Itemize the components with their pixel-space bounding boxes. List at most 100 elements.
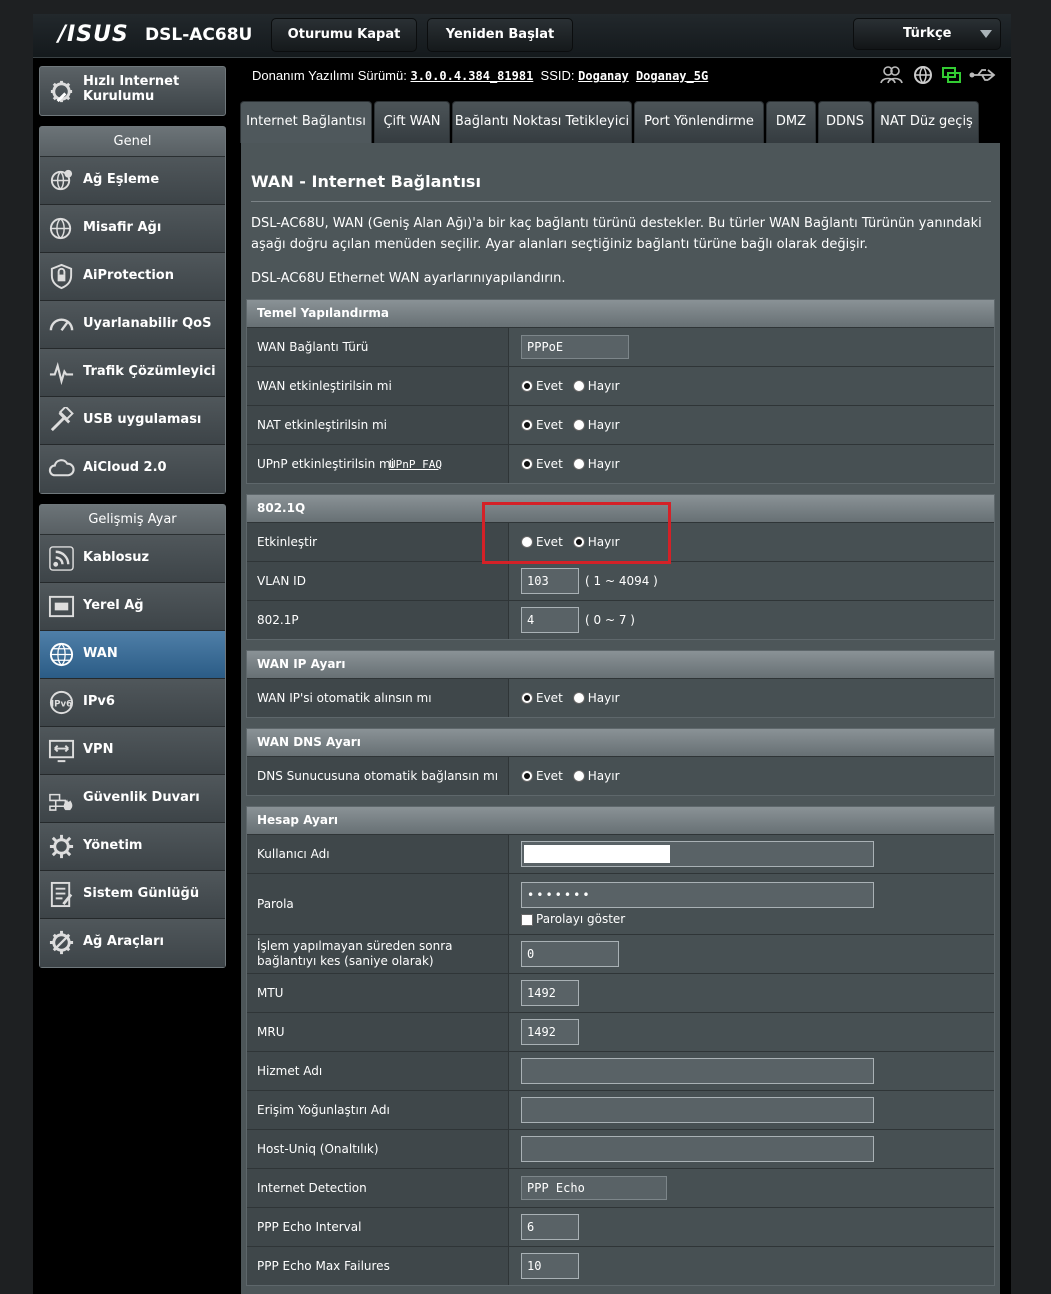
sidebar-item-advanced-1[interactable]: Yerel Ağ (40, 583, 225, 631)
auto-ip-no-radio[interactable] (572, 692, 585, 704)
mru-input[interactable]: 1492 (521, 1019, 579, 1045)
sidebar-item-general-5[interactable]: USB uygulaması (40, 397, 225, 445)
ssid-link-2[interactable]: Doganay_5G (636, 69, 708, 83)
wan-ip-heading: WAN IP Ayarı (247, 651, 994, 678)
ssid-label: SSID: (540, 68, 575, 83)
admin-gear-icon (49, 834, 74, 859)
enable-wan-no-radio[interactable] (572, 380, 585, 392)
internet-status-icon[interactable] (914, 66, 932, 84)
ac-name-input[interactable] (521, 1097, 874, 1123)
enable-nat-yes-label: Evet (536, 418, 563, 432)
tab-1[interactable]: Çift WAN (374, 101, 450, 143)
sidebar-item-advanced-5[interactable]: Güvenlik Duvarı (40, 775, 225, 823)
sidebar-item-label: USB uygulaması (83, 412, 202, 427)
clients-icon[interactable] (880, 66, 903, 84)
echo-interval-label: PPP Echo Interval (247, 1208, 509, 1246)
sidebar-item-general-4[interactable]: Trafik Çözümleyici (40, 349, 225, 397)
auto-dns-yes-radio[interactable] (521, 770, 533, 782)
username-redacted (524, 845, 670, 863)
sidebar-item-label: Trafik Çözümleyici (83, 364, 216, 379)
ssid-link-1[interactable]: Doganay (578, 69, 629, 83)
service-input[interactable] (521, 1058, 874, 1084)
general-heading: Genel (40, 127, 225, 157)
sidebar-item-general-1[interactable]: Misafir Ağı (40, 205, 225, 253)
tab-bar: Internet Bağlantısı Çift WAN Bağlantı Nokt… (240, 101, 1011, 143)
tab-3[interactable]: Port Yönlendirme (634, 101, 764, 143)
enable-upnp-no-radio[interactable] (572, 458, 585, 470)
system-log-icon (50, 881, 73, 908)
auto-ip-label: WAN IP'si otomatik alınsın mı (247, 679, 509, 717)
dot1p-row: 802.1P 4 ( 0 ~ 7 ) (247, 600, 994, 639)
sidebar-item-general-3[interactable]: Uyarlanabilir QoS (40, 301, 225, 349)
idle-input[interactable]: 0 (521, 941, 619, 967)
upnp-faq-link[interactable]: UPnP FAQ (389, 457, 442, 472)
tab-2[interactable]: Bağlantı Noktası Tetikleyici (452, 101, 632, 143)
auto-dns-no-label: Hayır (587, 769, 620, 783)
logout-button[interactable]: Oturumu Kapat (271, 18, 417, 52)
enable-upnp-row: UPnP etkinleştirilsin mi UPnP FAQ Evet Hay… (247, 444, 994, 483)
mtu-input[interactable]: 1492 (521, 980, 579, 1006)
basic-config-section: Temel Yapılandırma WAN Bağlantı Türü PPP… (246, 299, 995, 484)
host-uniq-label: Host-Uniq (Onaltılık) (247, 1130, 509, 1168)
sidebar-item-general-6[interactable]: AiCloud 2.0 (40, 445, 225, 493)
sidebar-item-advanced-4[interactable]: VPN (40, 727, 225, 775)
auto-dns-no-radio[interactable] (572, 770, 585, 782)
wan-panel: WAN - Internet Bağlantısı DSL-AC68U, WAN… (241, 143, 1000, 1294)
auto-ip-yes-radio[interactable] (521, 692, 533, 704)
sidebar-item-advanced-7[interactable]: Sistem Günlüğü (40, 871, 225, 919)
firmware-version-link[interactable]: 3.0.0.4.384_81981 (410, 69, 533, 83)
sidebar-item-label: Ağ Eşleme (83, 172, 160, 187)
internet-detection-row: Internet Detection PPP Echo (247, 1168, 994, 1207)
enable-upnp-label: UPnP etkinleştirilsin mi UPnP FAQ (247, 445, 509, 483)
tab-4[interactable]: DMZ (766, 101, 816, 143)
enable-nat-yes-radio[interactable] (521, 419, 533, 431)
tab-6[interactable]: NAT Düz geçiş (874, 101, 979, 143)
network-map-icon (50, 169, 73, 191)
echo-failures-input[interactable]: 10 (521, 1253, 579, 1279)
vpn-icon (48, 739, 75, 763)
usb-icon[interactable] (969, 69, 996, 81)
sidebar-general: Genel Ağ Eşleme Misafir Ağı AiProtection Uy… (39, 126, 226, 494)
sidebar-item-label: Güvenlik Duvarı (83, 790, 200, 805)
mru-row: MRU 1492 (247, 1012, 994, 1051)
vlan-id-input[interactable]: 103 (521, 568, 579, 594)
show-password-checkbox[interactable] (521, 913, 533, 926)
enable-nat-row: NAT etkinleştirilsin mi Evet Hayır (247, 405, 994, 444)
quick-internet-setup[interactable]: Hızlı Internet Kurulumu (39, 66, 226, 116)
sidebar-item-advanced-3[interactable]: IPv6 IPv6 (40, 679, 225, 727)
dot1p-input[interactable]: 4 (521, 607, 579, 633)
sidebar-item-advanced-6[interactable]: Yönetim (40, 823, 225, 871)
sidebar-item-general-0[interactable]: Ağ Eşleme (40, 157, 225, 205)
sidebar-item-general-2[interactable]: AiProtection (40, 253, 225, 301)
echo-interval-input[interactable]: 6 (521, 1214, 579, 1240)
auto-dns-row: DNS Sunucusuna otomatik bağlansın mı Eve… (247, 756, 994, 795)
internet-detection-select[interactable]: PPP Echo (521, 1176, 667, 1200)
enable-nat-no-radio[interactable] (572, 419, 585, 431)
sidebar-item-advanced-2[interactable]: WAN (40, 631, 225, 679)
sidebar-item-advanced-0[interactable]: Kablosuz (40, 535, 225, 583)
username-input[interactable] (521, 841, 874, 867)
language-select[interactable]: Türkçe (853, 18, 1001, 50)
dot1p-range: ( 0 ~ 7 ) (585, 613, 635, 627)
password-label: Parola (247, 874, 509, 934)
enable-wan-yes-radio[interactable] (521, 380, 533, 392)
sidebar-item-advanced-8[interactable]: Ağ Araçları (40, 919, 225, 967)
account-section: Hesap Ayarı Kullanıcı Adı Parola •••••••… (246, 806, 995, 1286)
enable-upnp-yes-label: Evet (536, 457, 563, 471)
advanced-heading: Gelişmiş Ayar (40, 505, 225, 535)
wan-type-select[interactable]: PPPoE (521, 335, 629, 359)
password-input[interactable]: ••••••• (521, 882, 874, 908)
wan-type-label: WAN Bağlantı Türü (247, 328, 509, 366)
echo-failures-label: PPP Echo Max Failures (247, 1247, 509, 1285)
firmware-info: Donanım Yazılımı Sürümü: 3.0.0.4.384_819… (252, 68, 708, 83)
network-status-icon[interactable] (942, 67, 961, 83)
username-row: Kullanıcı Adı (247, 834, 994, 873)
reboot-button[interactable]: Yeniden Başlat (427, 18, 573, 52)
host-uniq-input[interactable] (521, 1136, 874, 1162)
enable-upnp-yes-radio[interactable] (521, 458, 533, 470)
auto-dns-yes-label: Evet (536, 769, 563, 783)
tab-0[interactable]: Internet Bağlantısı (240, 101, 372, 143)
firewall-icon (49, 793, 73, 811)
tab-5[interactable]: DDNS (818, 101, 872, 143)
mtu-row: MTU 1492 (247, 973, 994, 1012)
